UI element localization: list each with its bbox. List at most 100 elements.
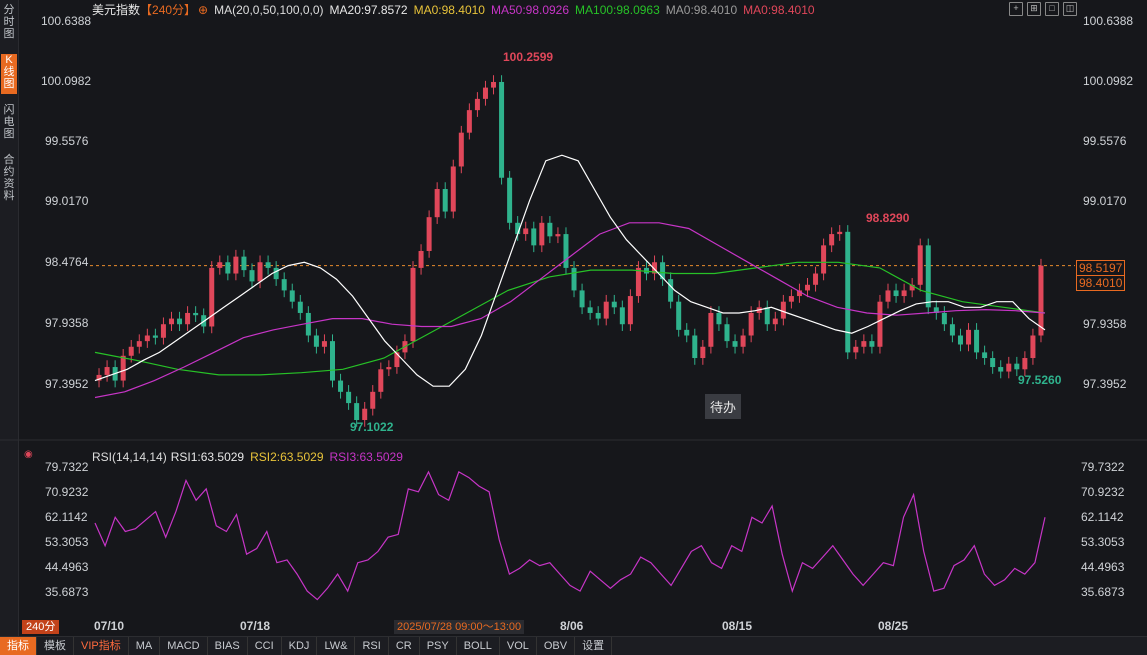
- instrument-name: 美元指数: [92, 3, 141, 17]
- candle-body: [289, 290, 295, 302]
- price-tick: 100.0982: [1083, 74, 1134, 88]
- candle-body: [571, 267, 577, 291]
- price-tick: 99.5576: [45, 134, 89, 148]
- candle-body: [700, 346, 706, 359]
- rsi2-value: RSI2:63.5029: [250, 450, 324, 464]
- candle-body: [676, 301, 682, 330]
- candle-body: [724, 324, 730, 342]
- candle-body: [901, 290, 907, 297]
- candle-body: [330, 341, 335, 381]
- tab-template[interactable]: 模板: [37, 637, 74, 655]
- candle-body: [450, 166, 456, 212]
- candle-body: [338, 380, 344, 392]
- candle-body: [998, 367, 1004, 372]
- candle-body: [265, 262, 271, 268]
- candle-body: [966, 329, 972, 345]
- rsi-line: [94, 470, 1046, 601]
- candle-body: [217, 262, 223, 268]
- low-annotation: 97.1022: [350, 420, 394, 434]
- candle-body: [547, 222, 553, 237]
- tab-vol[interactable]: VOL: [500, 637, 537, 655]
- tab-settings[interactable]: 设置: [575, 637, 613, 655]
- candle-body: [684, 329, 690, 336]
- rsi-tick: 35.6873: [45, 585, 89, 599]
- candle-body: [426, 217, 432, 251]
- candle-body: [877, 301, 883, 347]
- tab-ma[interactable]: MA: [129, 637, 161, 655]
- period-selector[interactable]: 240分: [22, 620, 60, 634]
- date-tick: 08/15: [722, 619, 753, 633]
- candle-body: [861, 341, 867, 347]
- candle-body: [708, 312, 714, 347]
- candle-body: [152, 335, 158, 338]
- date-tick: 07/10: [94, 619, 125, 633]
- candle-body: [120, 355, 126, 381]
- price-tick: 97.9358: [45, 316, 89, 330]
- price-tick: 100.6388: [1083, 14, 1134, 28]
- tab-lw[interactable]: LW&: [317, 637, 356, 655]
- candle-body: [925, 245, 931, 308]
- candle-body: [748, 312, 754, 336]
- rsi-tick: 62.1142: [45, 510, 88, 524]
- tab-bias[interactable]: BIAS: [208, 637, 248, 655]
- candle-body: [1030, 335, 1036, 359]
- candle-body: [949, 324, 955, 336]
- price-tick: 97.3952: [45, 377, 89, 391]
- kline-chart[interactable]: [0, 0, 1147, 636]
- rsi-tick: 44.4963: [45, 560, 89, 574]
- candle-body: [635, 267, 641, 297]
- todo-popup[interactable]: 待办: [705, 394, 742, 419]
- candle-body: [241, 256, 247, 271]
- expand-icon[interactable]: +: [1009, 2, 1023, 16]
- candle-body: [273, 267, 279, 280]
- date-tick: 08/25: [878, 619, 909, 633]
- fullscreen-icon[interactable]: □: [1045, 2, 1059, 16]
- candle-body: [523, 228, 529, 235]
- candle-body: [458, 132, 464, 167]
- tab-boll[interactable]: BOLL: [457, 637, 500, 655]
- tab-macd[interactable]: MACD: [160, 637, 208, 655]
- candle-body: [378, 369, 384, 392]
- candle-body: [434, 189, 440, 218]
- tab-cci[interactable]: CCI: [248, 637, 282, 655]
- candle-body: [418, 250, 424, 268]
- rsi-tick: 62.1142: [1081, 510, 1124, 524]
- candle-body: [764, 307, 770, 325]
- candle-body: [563, 234, 569, 268]
- ma50-value: MA50:98.0926: [490, 3, 570, 17]
- tab-psy[interactable]: PSY: [420, 637, 457, 655]
- rsi-settings-icon[interactable]: ◉: [24, 449, 33, 460]
- candle-body: [249, 270, 255, 282]
- candle-body: [144, 335, 150, 342]
- candle-body: [716, 312, 722, 325]
- ma20-value: MA20:97.8572: [329, 3, 408, 17]
- split-icon[interactable]: ◫: [1063, 2, 1077, 16]
- price-tick: 97.9358: [1083, 317, 1127, 331]
- tab-indicators[interactable]: 指标: [0, 637, 37, 655]
- candle-body: [1006, 363, 1012, 372]
- rsi-legend: RSI(14,14,14) RSI1:63.5029 RSI2:63.5029 RSI…: [92, 449, 409, 465]
- price-tick: 99.0170: [1083, 194, 1127, 208]
- candle-body: [193, 312, 199, 316]
- tab-cr[interactable]: CR: [389, 637, 420, 655]
- candle-body: [845, 231, 851, 353]
- tab-rsi[interactable]: RSI: [355, 637, 389, 655]
- tab-obv[interactable]: OBV: [537, 637, 576, 655]
- candle-body: [499, 81, 505, 178]
- candle-body: [177, 318, 183, 325]
- candle-body: [821, 245, 827, 274]
- candle-body: [386, 367, 392, 370]
- candle-body: [104, 367, 110, 375]
- candle-body: [587, 307, 593, 313]
- tab-kdj[interactable]: KDJ: [282, 637, 318, 655]
- price-tick: 97.3952: [1083, 377, 1127, 391]
- rsi-tick: 53.3053: [1081, 535, 1125, 549]
- grid-icon[interactable]: ⊞: [1027, 2, 1041, 16]
- rsi1-value: RSI1:63.5029: [170, 450, 245, 464]
- ma-params: MA(20,0,50,100,0,0): [214, 3, 324, 17]
- tab-vip-indicators[interactable]: VIP指标: [74, 637, 129, 655]
- settings-icon[interactable]: ⊕: [198, 3, 208, 17]
- candle-body: [619, 307, 625, 325]
- candle-body: [893, 290, 899, 297]
- rsi-tick: 70.9232: [45, 485, 89, 499]
